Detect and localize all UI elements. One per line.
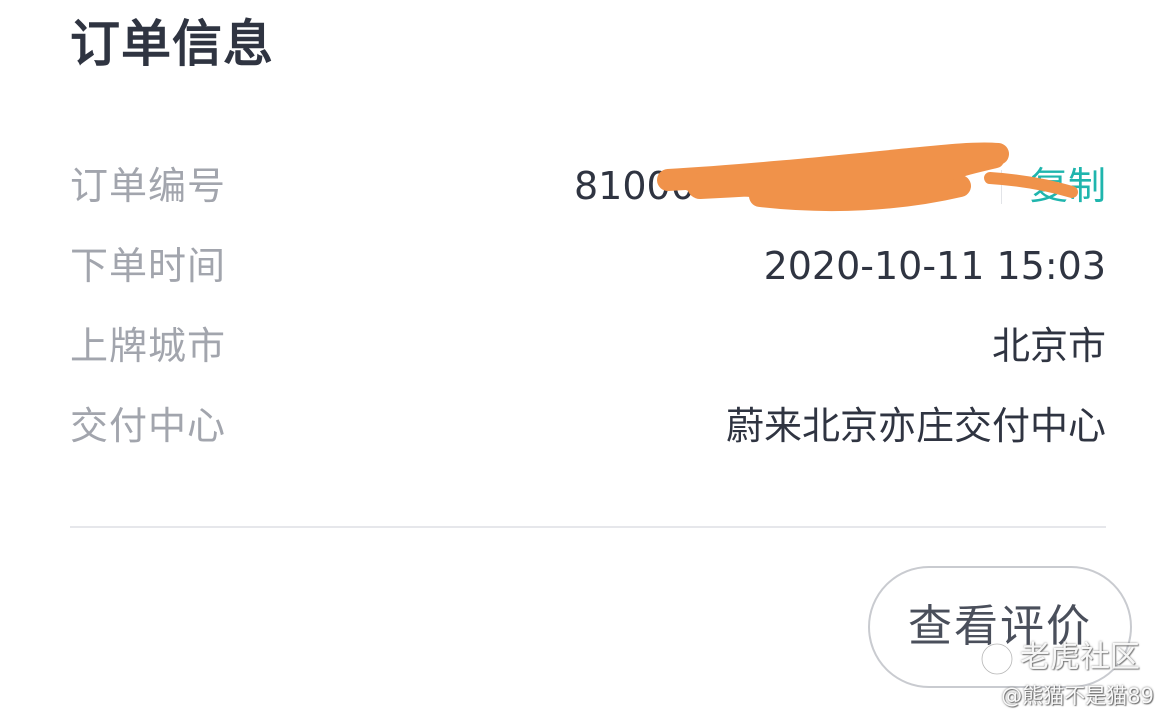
- section-divider: [70, 526, 1106, 528]
- copy-button[interactable]: 复制: [1030, 158, 1106, 214]
- registration-city-row: 上牌城市 北京市: [70, 318, 1106, 374]
- registration-city-label: 上牌城市: [70, 324, 227, 368]
- order-time-value: 2020-10-11 15:03: [763, 244, 1106, 288]
- order-info-page: 订单信息 订单编号 81000 复制 下单时间 2020-10-11 15:03…: [0, 0, 1176, 724]
- delivery-center-value: 蔚来北京亦庄交付中心: [725, 404, 1106, 448]
- order-number-row: 订单编号 81000 复制: [70, 158, 1106, 214]
- copy-separator: [1001, 170, 1002, 204]
- order-time-row: 下单时间 2020-10-11 15:03: [70, 238, 1106, 294]
- delivery-center-label: 交付中心: [70, 404, 227, 448]
- order-time-label: 下单时间: [70, 244, 227, 288]
- order-number-value: 81000: [574, 164, 695, 208]
- page-title: 订单信息: [70, 15, 274, 73]
- order-number-label: 订单编号: [70, 164, 227, 208]
- registration-city-value: 北京市: [991, 324, 1106, 368]
- delivery-center-row: 交付中心 蔚来北京亦庄交付中心: [70, 398, 1106, 454]
- view-review-button[interactable]: 查看评价: [868, 566, 1132, 688]
